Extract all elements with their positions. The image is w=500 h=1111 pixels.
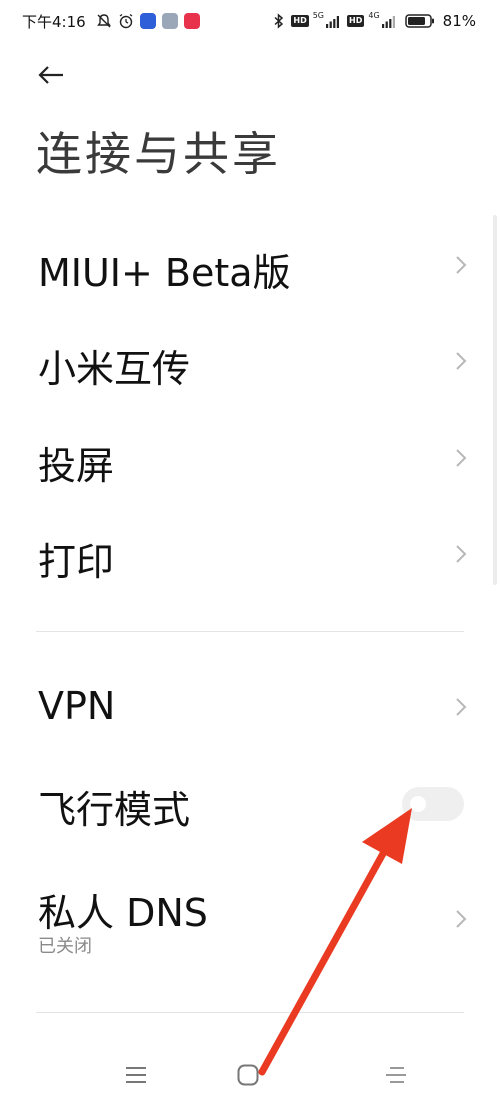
arrow-left-icon xyxy=(38,66,63,84)
navigation-bar xyxy=(0,1040,500,1111)
list-item-label: 飞行模式 xyxy=(38,788,191,832)
list-item-label: MIUI+ Beta版 xyxy=(38,251,291,295)
hd-badge: HD xyxy=(347,15,365,27)
status-left-icons xyxy=(96,10,206,32)
chevron-right-icon xyxy=(456,910,467,928)
signal-strength-icon xyxy=(381,16,395,28)
page-title: 连接与共享 xyxy=(36,127,281,181)
airplane-mode-toggle[interactable] xyxy=(402,787,464,821)
section-divider xyxy=(36,631,464,632)
toggle-knob xyxy=(410,796,426,812)
list-item-cast[interactable]: 投屏 xyxy=(0,415,490,501)
network-type-label: 5G xyxy=(312,11,325,20)
list-item-miui-plus[interactable]: MIUI+ Beta版 xyxy=(0,222,490,308)
app-notification-icon xyxy=(162,13,178,29)
section-divider xyxy=(36,1012,464,1013)
signal-strength-icon xyxy=(326,16,340,28)
home-icon xyxy=(237,1064,259,1086)
back-button[interactable] xyxy=(34,58,68,92)
list-item-label: 私人 DNS xyxy=(38,891,208,935)
chevron-right-icon xyxy=(456,449,467,467)
battery-icon xyxy=(404,14,434,28)
hd-badge: HD xyxy=(291,15,309,27)
list-item-print[interactable]: 打印 xyxy=(0,511,490,597)
battery-percent: 81% xyxy=(442,12,476,30)
list-item-label: VPN xyxy=(38,684,116,728)
chevron-right-icon xyxy=(456,256,467,274)
chevron-right-icon xyxy=(456,352,467,370)
chevron-right-icon xyxy=(456,698,467,716)
alarm-icon xyxy=(119,13,133,29)
back-icon xyxy=(386,1067,406,1083)
app-notification-icon xyxy=(184,13,200,29)
nav-menu-button[interactable] xyxy=(116,1058,156,1092)
list-item-mi-share[interactable]: 小米互传 xyxy=(0,318,490,404)
status-bar: 下午4:16 HD 5G HD 4G 81% xyxy=(0,0,500,44)
list-item-sublabel: 已关闭 xyxy=(38,936,92,957)
list-item-airplane-mode: 飞行模式 xyxy=(0,759,490,845)
nav-back-button[interactable] xyxy=(376,1058,416,1092)
menu-icon xyxy=(126,1067,146,1083)
chevron-right-icon xyxy=(456,545,467,563)
status-right-icons: HD 5G HD 4G 81% xyxy=(273,10,476,32)
bluetooth-icon xyxy=(274,13,284,29)
list-item-label: 打印 xyxy=(38,540,115,584)
nav-home-button[interactable] xyxy=(228,1058,268,1092)
list-item-private-dns[interactable]: 私人 DNS 已关闭 xyxy=(0,862,490,972)
list-item-label: 投屏 xyxy=(38,444,115,488)
scrollbar[interactable] xyxy=(493,215,497,585)
list-item-label: 小米互传 xyxy=(38,347,191,391)
network-type-label: 4G xyxy=(368,11,380,20)
mute-bell-icon xyxy=(97,14,111,28)
app-notification-icon xyxy=(140,13,156,29)
settings-screen: 下午4:16 HD 5G HD 4G 81% 连接与共享 MIUI+ Beta版… xyxy=(0,0,500,1111)
list-item-vpn[interactable]: VPN xyxy=(0,664,490,750)
status-time: 下午4:16 xyxy=(22,13,86,31)
